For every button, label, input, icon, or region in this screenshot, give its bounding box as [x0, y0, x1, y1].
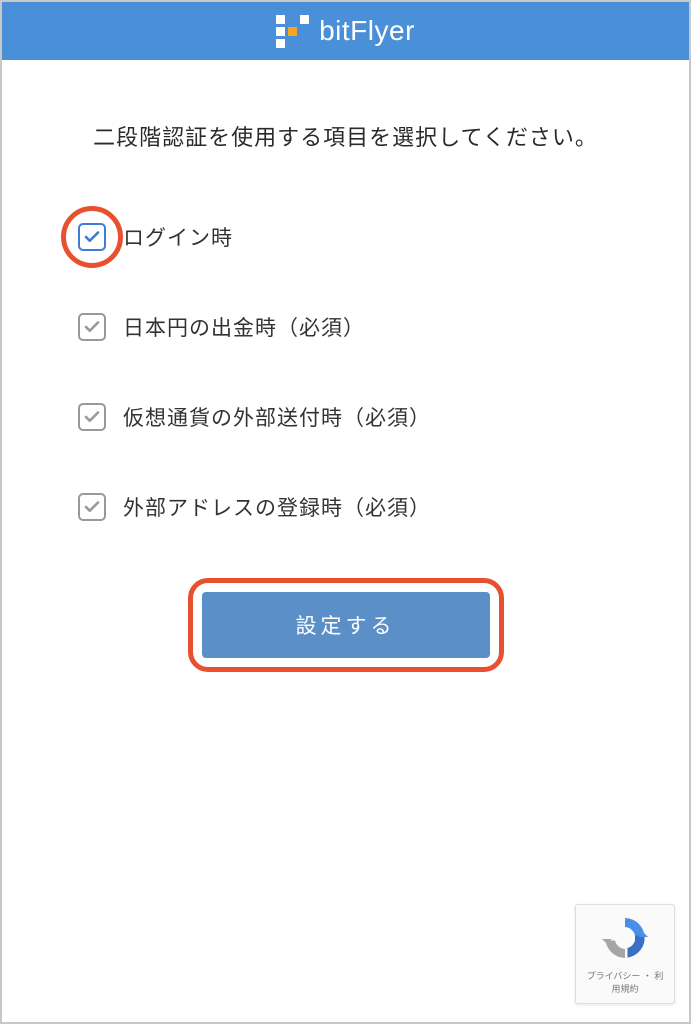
option-crypto-send: 仮想通貨の外部送付時（必須） — [77, 402, 644, 432]
brand-name: bitFlyer — [319, 15, 415, 47]
checkmark-icon — [83, 228, 101, 246]
page-title: 二段階認証を使用する項目を選択してください。 — [47, 120, 644, 152]
app-header: bitFlyer — [2, 2, 689, 60]
options-list: ログイン時 日本円の出金時（必須） 仮想通貨の外部送付時（必須） — [47, 222, 644, 522]
checkbox-external-address[interactable] — [78, 493, 106, 521]
checkbox-crypto-send[interactable] — [78, 403, 106, 431]
checkbox-jpy-withdrawal[interactable] — [78, 313, 106, 341]
submit-button[interactable]: 設定する — [202, 592, 490, 658]
recaptcha-footer: プライバシー ・ 利用規約 — [584, 969, 666, 995]
checkmark-icon — [83, 408, 101, 426]
main-content: 二段階認証を使用する項目を選択してください。 ログイン時 日本円の出金時（必 — [2, 60, 689, 658]
app-container: bitFlyer 二段階認証を使用する項目を選択してください。 ログイン時 — [0, 0, 691, 1024]
brand-logo: bitFlyer — [276, 15, 415, 48]
option-login: ログイン時 — [77, 222, 644, 252]
checkbox-login[interactable] — [78, 223, 106, 251]
recaptcha-badge[interactable]: プライバシー ・ 利用規約 — [575, 904, 675, 1004]
option-label: ログイン時 — [123, 222, 233, 252]
submit-wrap: 設定する — [47, 592, 644, 658]
option-label: 日本円の出金時（必須） — [123, 312, 365, 342]
option-jpy-withdrawal: 日本円の出金時（必須） — [77, 312, 644, 342]
option-external-address: 外部アドレスの登録時（必須） — [77, 492, 644, 522]
checkmark-icon — [83, 498, 101, 516]
recaptcha-icon — [600, 913, 650, 963]
checkmark-icon — [83, 318, 101, 336]
option-label: 仮想通貨の外部送付時（必須） — [123, 402, 431, 432]
brand-logo-icon — [276, 15, 309, 48]
option-label: 外部アドレスの登録時（必須） — [123, 492, 431, 522]
